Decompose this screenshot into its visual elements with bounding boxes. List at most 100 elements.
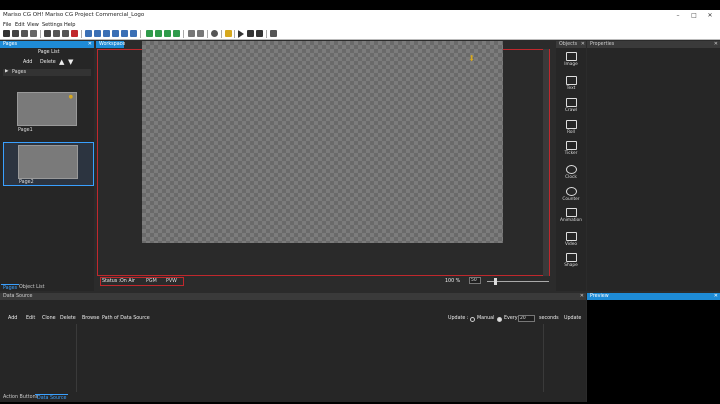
add-data-source-button[interactable]: Add (8, 316, 17, 321)
workspace-tab-label: Workspace (99, 42, 126, 47)
zoom-slider-thumb[interactable] (494, 278, 498, 285)
send-back-icon[interactable] (173, 30, 180, 37)
copy-icon[interactable] (53, 30, 60, 37)
page-thumbnail-item-2[interactable]: Page2 (3, 142, 94, 186)
object-tool-label: Clock (565, 175, 577, 180)
object-tool-video[interactable]: Video (558, 232, 584, 247)
object-tool-label: Crawl (564, 108, 578, 113)
run-icon[interactable] (225, 30, 232, 37)
close-properties-panel-icon[interactable]: ✕ (714, 41, 718, 48)
zoom-percent-label: 100 % (445, 279, 461, 284)
tree-expand-icon[interactable]: ▶ (5, 69, 8, 74)
object-tool-crawl[interactable]: Crawl (558, 98, 584, 113)
stop-icon[interactable] (247, 30, 254, 37)
tab-object-list[interactable]: Object List (17, 284, 47, 291)
animation-icon (565, 208, 577, 217)
object-tool-label: Image (564, 62, 578, 67)
edit-data-source-button[interactable]: Edit (26, 316, 35, 321)
ungroup-icon[interactable] (197, 30, 204, 37)
save-all-icon[interactable] (30, 30, 37, 37)
object-tool-ticker[interactable]: Ticker (558, 141, 584, 156)
preview-eye-icon[interactable] (211, 30, 218, 37)
logo-object-icon[interactable]: ⬇ (468, 54, 475, 63)
object-tool-image[interactable]: Image (558, 52, 584, 67)
page2-thumbnail (18, 145, 78, 179)
align-bottom-icon[interactable] (130, 30, 137, 37)
objects-panel-header: Objects ✕ (556, 41, 586, 48)
move-page-down-icon[interactable]: ▼ (68, 58, 73, 66)
group-icon[interactable] (188, 30, 195, 37)
pgm-button[interactable]: PGM (146, 279, 157, 284)
delete-page-button[interactable]: Delete (40, 60, 56, 65)
browse-button[interactable]: Browse (82, 316, 99, 321)
manual-radio[interactable] (470, 317, 475, 322)
pages-panel: Pages ✕ Page List Add Delete ▲ ▼ ▶ Pages… (0, 41, 94, 291)
object-tool-clock[interactable]: Clock (558, 165, 584, 180)
canvas-checkerboard[interactable]: ⬇ (142, 41, 503, 243)
close-data-source-panel-icon[interactable]: ✕ (580, 293, 584, 300)
properties-panel-header: Properties ✕ (587, 41, 720, 48)
data-source-panel-title: Data Source (3, 294, 33, 299)
close-window-button[interactable]: ✕ (704, 11, 716, 20)
update-label: Update : (448, 316, 469, 321)
object-tool-label: Animation (560, 218, 582, 223)
close-objects-panel-icon[interactable]: ✕ (581, 41, 585, 48)
move-down-icon[interactable] (146, 30, 153, 37)
new-file-icon[interactable] (3, 30, 10, 37)
pause-icon[interactable] (256, 30, 263, 37)
open-file-icon[interactable] (12, 30, 19, 37)
pvw-button[interactable]: PVW (166, 279, 177, 284)
tree-root-label: Pages (12, 70, 27, 75)
every-label: Every (504, 316, 518, 321)
shape-icon (565, 253, 577, 262)
pages-tree-root[interactable]: ▶ Pages (3, 69, 91, 76)
paste-icon[interactable] (62, 30, 69, 37)
manual-label: Manual (477, 316, 495, 321)
update-button[interactable]: Update (564, 316, 581, 321)
align-center-icon[interactable] (94, 30, 101, 37)
object-tool-roll[interactable]: Roll (558, 120, 584, 135)
toolbar (0, 28, 720, 40)
data-source-path-label: Path of Data Source (102, 316, 150, 321)
object-tool-text[interactable]: Text (558, 76, 584, 91)
zoom-input[interactable] (469, 277, 481, 284)
align-middle-icon[interactable] (121, 30, 128, 37)
object-tool-animation[interactable]: Animation (558, 208, 584, 223)
clone-data-source-button[interactable]: Clone (42, 316, 56, 321)
share-icon[interactable] (270, 30, 277, 37)
page1-label: Page1 (18, 128, 33, 133)
move-page-up-icon[interactable]: ▲ (59, 58, 64, 66)
align-right-icon[interactable] (103, 30, 110, 37)
move-up-icon[interactable] (155, 30, 162, 37)
tab-data-source[interactable]: Data Source (35, 394, 69, 401)
object-tool-shape[interactable]: Shape (558, 253, 584, 268)
cut-icon[interactable] (44, 30, 51, 37)
zoom-slider[interactable] (487, 278, 549, 285)
object-tool-counter[interactable]: Counter (558, 187, 584, 202)
every-radio[interactable] (497, 317, 502, 322)
play-icon[interactable] (238, 30, 244, 38)
data-source-list[interactable] (3, 324, 77, 392)
close-pages-panel-icon[interactable]: ✕ (88, 41, 92, 48)
align-left-icon[interactable] (85, 30, 92, 37)
add-page-button[interactable]: Add (23, 60, 32, 65)
bring-front-icon[interactable] (164, 30, 171, 37)
properties-panel-title: Properties (590, 42, 615, 47)
object-tool-label: Shape (564, 263, 578, 268)
object-tool-label: Roll (567, 130, 575, 135)
delete-data-source-button[interactable]: Delete (60, 316, 76, 321)
maximize-button[interactable]: □ (688, 11, 700, 20)
update-interval-input[interactable] (518, 315, 535, 322)
close-preview-panel-icon[interactable]: ✕ (714, 293, 718, 300)
delete-icon[interactable] (71, 30, 78, 37)
page-thumbnail-item-1[interactable]: ● Page1 (3, 89, 91, 133)
save-icon[interactable] (21, 30, 28, 37)
workspace-vertical-scrollbar[interactable] (543, 49, 549, 276)
minimize-button[interactable]: – (672, 11, 684, 20)
tab-workspace[interactable]: Workspace (96, 41, 126, 48)
data-source-panel: Data Source ✕ Add Edit Clone Delete Brow… (0, 293, 586, 402)
clock-icon (565, 165, 577, 174)
preview-panel-header: Preview ✕ (587, 293, 720, 300)
window-title: Mariso CG OH! Mariso CG Project Commerci… (3, 12, 145, 18)
align-top-icon[interactable] (112, 30, 119, 37)
